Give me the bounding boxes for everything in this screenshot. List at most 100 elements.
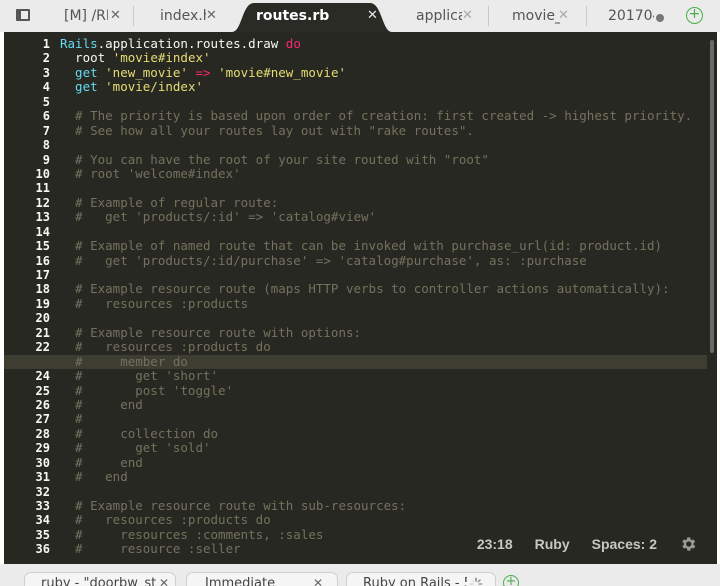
line-number: 2 [42,51,50,66]
code-comment: # [60,411,83,427]
code-comment: # collection do [60,425,219,441]
code-comment: # Example of regular route: [60,194,279,210]
code-comment: # Example of named route that can be inv… [60,238,663,254]
line-number: 6 [42,109,50,124]
code-token: Rails [60,36,98,51]
line-number-gutter: 1 2 3 4 5 6 7 8 9 10 11 12 13 14 15 16 17 18 19 20 21 22 23 24 2… [4,37,50,557]
syntax-selector[interactable]: Ruby [535,536,570,552]
code-token: root [60,50,113,66]
tab-201704[interactable]: 201704 [592,3,676,32]
code-comment: # get 'sold' [60,440,211,456]
line-number: 36 [35,542,50,557]
code-comment: # The priority is based upon order of cr… [60,108,693,124]
tab-divider [133,6,134,26]
code-comment: # get 'products/:id/purchase' => 'catalo… [60,252,587,268]
code-line: # resources :products do [60,513,702,527]
tab-routes-active[interactable]: routes.rb ✕ [232,3,392,32]
line-number: 14 [35,224,50,239]
code-comment: # member do [60,353,188,369]
code-line: # member do [4,353,707,370]
tab-label: [M] /RE [64,8,108,24]
tab-index[interactable]: index.h ✕ [140,3,228,32]
code-line: # resources :products [60,296,702,311]
close-icon[interactable]: ✕ [110,8,121,23]
close-icon[interactable]: ✕ [313,576,323,586]
tab-label: movie_ [512,8,560,24]
code-token: .application.routes.draw [97,36,286,51]
line-number: 12 [35,195,50,210]
cursor-position[interactable]: 23:18 [477,536,513,552]
code-line: # get 'products/:id' => 'catalog#view' [60,210,702,224]
line-number: 25 [35,383,50,398]
line-number: 32 [35,484,50,499]
close-icon[interactable]: ✕ [558,8,569,23]
code-comment: # root 'welcome#index' [60,165,241,181]
tab-label: Ruby on Rails - 5 [363,576,467,586]
code-comment: # post 'toggle' [60,382,234,398]
tab-label: index.h [160,8,206,24]
code-comment: # end [60,469,128,485]
code-line: # [60,412,702,426]
code-editor[interactable]: 1 2 3 4 5 6 7 8 9 10 11 12 13 14 15 16 17 18 19 20 21 22 23 24 2… [4,32,717,564]
code-comment: # resources :products do [60,339,271,355]
code-area[interactable]: Rails.application.routes.draw do root 'm… [4,36,707,557]
sidebar-toggle-button[interactable] [4,2,40,30]
code-line: # get 'products/:id/purchase' => 'catalo… [60,252,702,268]
line-number: 31 [35,470,50,485]
tab-label: routes.rb [256,8,330,24]
browser-tab-bar: ruby - "doorbw_stu ✕ Immediate ✕ Ruby on… [0,564,720,586]
tab-label: applica [416,8,462,24]
line-number: 24 [35,369,50,384]
new-tab-plus-icon[interactable]: + [503,575,519,586]
loading-spinner-icon [469,577,483,586]
code-line: # See how all your routes lay out with "… [60,123,702,138]
close-icon[interactable]: ✕ [206,8,217,23]
code-comment: # Example resource route (maps HTTP verb… [60,281,670,297]
code-comment: # end [60,396,143,412]
line-number: 19 [35,296,50,311]
tab-application[interactable]: applica ✕ [400,3,484,32]
unsaved-dot-icon[interactable] [656,14,664,22]
line-number: 15 [35,239,50,254]
code-comment: # get 'products/:id' => 'catalog#view' [60,209,377,225]
code-token: => [187,64,219,80]
tab-readme[interactable]: [M] /RE ✕ [48,3,128,32]
line-number: 13 [35,210,50,225]
tab-movie[interactable]: movie_ ✕ [494,3,582,32]
vertical-scrollbar[interactable] [710,40,714,353]
code-token: get [60,64,106,80]
line-number: 35 [35,527,50,542]
line-number: 3 [42,65,50,80]
line-number: 29 [35,441,50,456]
editor-status-bar: 23:18 Ruby Spaces: 2 [455,534,697,554]
line-number: 17 [35,268,50,282]
code-comment: # You can have the root of your site rou… [60,151,489,167]
browser-tab-ruby[interactable]: ruby - "doorbw_stu ✕ [24,572,176,586]
code-line: # end [60,455,702,470]
close-icon[interactable]: ✕ [462,8,473,23]
code-line: root 'movie#index' [60,51,702,65]
code-line: # post 'toggle' [60,382,702,398]
line-number: 26 [35,397,50,412]
line-number: 33 [35,499,50,513]
browser-tab-ruby-on-rails[interactable]: Ruby on Rails - 5 [346,572,496,586]
indentation-selector[interactable]: Spaces: 2 [592,536,657,552]
line-number: 5 [42,94,50,109]
browser-tab-immediate[interactable]: Immediate ✕ [186,572,338,586]
code-comment: # resources :comments, :sales [60,526,324,542]
new-tab-plus-icon[interactable]: + [686,7,703,24]
tab-label: 201704 [608,8,654,24]
editor-tab-bar: [M] /RE ✕ index.h ✕ routes.rb ✕ applica … [0,0,720,32]
sidebar-icon [16,9,30,21]
code-line: # Example resource route (maps HTTP verb… [60,282,702,296]
close-icon[interactable]: ✕ [159,576,169,586]
code-comment: # resources :products do [60,512,271,528]
gear-icon[interactable] [679,535,697,553]
close-icon[interactable]: ✕ [367,8,378,23]
code-token: 'movie#new_movie' [218,64,346,80]
line-number: 30 [35,455,50,470]
line-number: 7 [42,123,50,138]
